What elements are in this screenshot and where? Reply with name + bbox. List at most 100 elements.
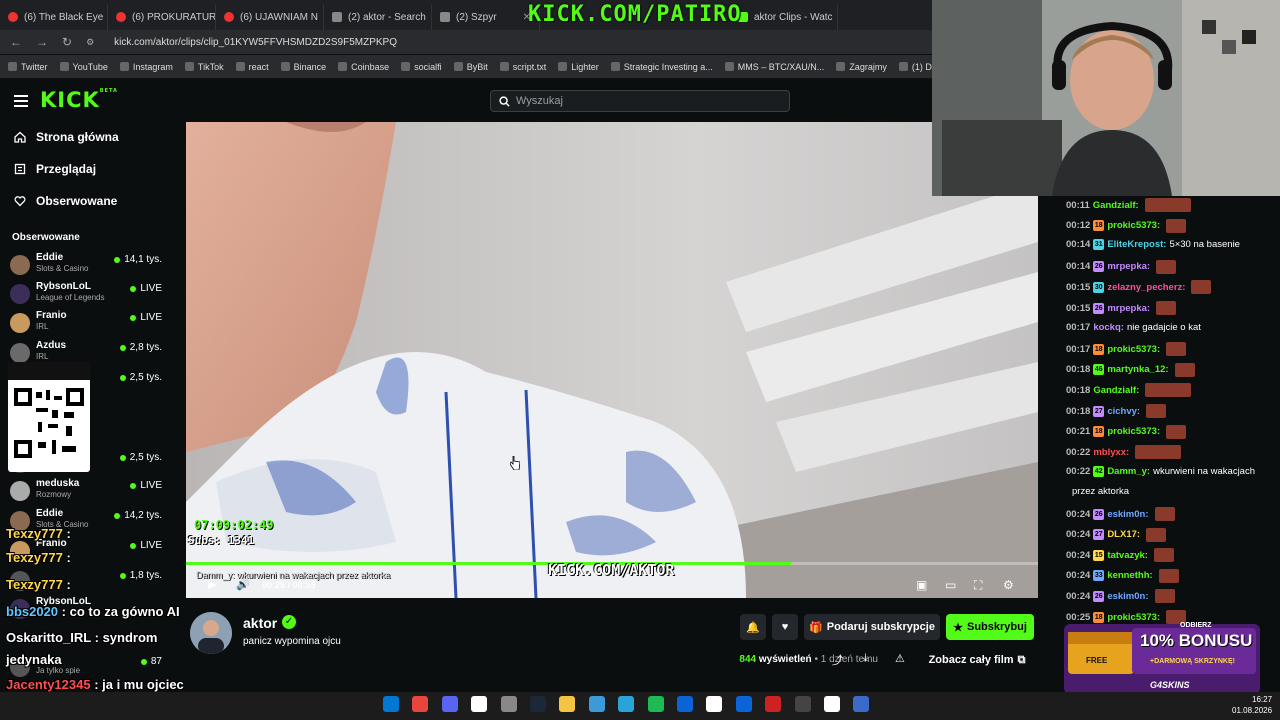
settings-icon[interactable]	[500, 696, 517, 712]
forward-icon[interactable]: →	[36, 35, 48, 49]
promo-top: ODBIERZ	[1180, 622, 1212, 629]
bookmark-item[interactable]: YouTube	[59, 62, 108, 72]
watch-full-video-button[interactable]: Zobacz cały film ⧉	[920, 648, 1034, 672]
chat-username[interactable]: martynka_12:	[1107, 364, 1168, 375]
discord-icon[interactable]	[441, 696, 458, 712]
fullscreen-icon[interactable]: ⛶	[974, 578, 982, 593]
obs-icon[interactable]	[471, 696, 488, 712]
nav-following[interactable]: Obserwowane	[14, 194, 117, 208]
settings-icon[interactable]: ⚙	[1003, 578, 1014, 592]
avatar[interactable]	[190, 612, 232, 654]
bookmark-item[interactable]: react	[235, 62, 269, 72]
close-app-icon[interactable]	[706, 696, 723, 712]
url-field[interactable]: kick.com/aktor/clips/clip_01KYW5FFVHSMDZ…	[114, 37, 397, 48]
folder-icon[interactable]	[559, 696, 576, 712]
alert-icon[interactable]	[824, 696, 840, 712]
chat-username[interactable]: prokic5373:	[1107, 426, 1160, 437]
browser-icon[interactable]	[588, 696, 605, 712]
video-player[interactable]	[186, 122, 1038, 598]
bookmark-item[interactable]: Coinbase	[338, 62, 389, 72]
network-icon[interactable]	[618, 696, 635, 712]
promo-banner[interactable]: ODBIERZ 10% BONUSU +DARMOWĄ SKRZYNKĘ! FR…	[1064, 618, 1260, 694]
chat-username[interactable]: kockq:	[1093, 322, 1124, 333]
steam-icon[interactable]	[530, 696, 546, 712]
site-info-icon[interactable]: ⚙	[86, 37, 94, 48]
chat-username[interactable]: kennethh:	[1107, 570, 1152, 581]
chat-username[interactable]: mblyxx:	[1093, 447, 1129, 458]
download-icon[interactable]: ⤓	[863, 652, 868, 665]
search-input[interactable]	[516, 95, 776, 107]
bookmark-icon	[453, 62, 463, 71]
streamer-name[interactable]: aktor	[243, 615, 277, 631]
browser-tab[interactable]: (6) The Black Eye✕	[0, 4, 108, 30]
chat-username[interactable]: EliteKrepost:	[1107, 239, 1166, 250]
bookmark-item[interactable]: TikTok	[184, 62, 224, 72]
chat-username[interactable]: zelazny_pecherz:	[1107, 282, 1185, 293]
chat-username[interactable]: eskim0n:	[1107, 509, 1148, 520]
app-icon[interactable]	[853, 696, 870, 712]
chat-username[interactable]: DLX17:	[1107, 529, 1140, 540]
followed-channel[interactable]: Franio IRL LIVE	[10, 310, 162, 338]
chat-username[interactable]: mrpepka:	[1107, 261, 1150, 272]
browser-tab[interactable]: (2) Szpyr ✕	[432, 4, 540, 30]
browser-tab[interactable]: (6) PROKURATUR✕	[108, 4, 216, 30]
bookmark-item[interactable]: socialfi	[401, 62, 442, 72]
live-dot-icon	[130, 542, 137, 549]
bookmark-icon	[558, 62, 568, 71]
bookmark-item[interactable]: Strategic Investing a...	[610, 62, 713, 72]
browser-tab[interactable]: (2) aktor - Search✕	[324, 4, 432, 30]
chat-message: 00:24 27 DLX17:	[1066, 527, 1167, 542]
bookmark-item[interactable]: Instagram	[119, 62, 173, 72]
taskbar-clock[interactable]: 16:27 01.08.2026	[1232, 694, 1272, 716]
followed-channel[interactable]: RybsonLoL League of Legends LIVE	[10, 281, 162, 309]
app-icon[interactable]	[794, 696, 811, 712]
spotify-icon[interactable]	[647, 696, 664, 712]
back-icon[interactable]: ←	[10, 35, 22, 49]
bookmark-item[interactable]: Lighter	[558, 62, 599, 72]
report-icon[interactable]: ⚠	[895, 652, 905, 665]
mail-icon[interactable]	[677, 696, 693, 712]
bookmark-item[interactable]: script.txt	[499, 62, 546, 72]
search-box[interactable]	[490, 90, 790, 112]
nav-home[interactable]: Strona główna	[14, 130, 119, 144]
chat-username[interactable]: Gandzialf:	[1093, 200, 1139, 211]
chat-username[interactable]: mrpepka:	[1107, 303, 1150, 314]
share-icon[interactable]: ⤴	[832, 652, 843, 668]
bookmarks-bar: Twitter YouTube Instagram TikTok react Binanc…	[0, 55, 995, 79]
followed-channel[interactable]: meduska Rozmowy LIVE	[10, 478, 162, 506]
followed-heading: Obserwowane	[12, 232, 80, 243]
bookmark-item[interactable]: Binance	[280, 62, 326, 72]
play-icon[interactable]: ▶	[208, 578, 216, 591]
start-icon[interactable]	[383, 696, 399, 712]
miniplayer-icon[interactable]: ▣	[916, 578, 927, 592]
bookmark-item[interactable]: Twitter	[8, 62, 48, 72]
chat-username[interactable]: prokic5373:	[1107, 344, 1160, 355]
notification-button[interactable]: 🔔	[740, 614, 766, 640]
chat-username[interactable]: tatvazyk:	[1107, 550, 1148, 561]
subscribe-button[interactable]: ★ Subskrybuj	[946, 614, 1034, 640]
capture-icon[interactable]	[735, 696, 752, 712]
record-icon[interactable]	[765, 696, 782, 712]
nav-browse[interactable]: Przeglądaj	[14, 162, 96, 176]
menu-icon[interactable]	[14, 95, 28, 107]
theater-mode-icon[interactable]: ▭	[945, 578, 956, 592]
chat-username[interactable]: Gandzialf:	[1093, 385, 1139, 396]
follow-button[interactable]: ♥	[772, 614, 798, 640]
chat-username[interactable]: prokic5373:	[1107, 220, 1160, 231]
chat-username[interactable]: Damm_y:	[1107, 466, 1150, 477]
gift-subs-button[interactable]: 🎁 Podaruj subskrypcje	[804, 614, 940, 640]
bookmark-item[interactable]: MMS – BTC/XAU/N...	[724, 62, 824, 72]
bookmark-item[interactable]: ByBit	[453, 62, 488, 72]
chat-username[interactable]: eskim0n:	[1107, 591, 1148, 602]
kick-logo[interactable]: KICKBETA	[40, 88, 118, 112]
followed-channel[interactable]: Eddie Slots & Casino 14,1 tys.	[10, 252, 162, 280]
volume-icon[interactable]: 🔊	[236, 578, 250, 591]
reload-icon[interactable]: ↻	[62, 35, 72, 49]
sub-badge-icon: 18	[1093, 343, 1105, 355]
browser-tab[interactable]: (6) UJAWNIAM N✕	[216, 4, 324, 30]
bookmark-icon	[119, 62, 129, 71]
chat-username[interactable]: cichvy:	[1107, 406, 1140, 417]
chrome-icon[interactable]	[412, 696, 429, 712]
bookmark-item[interactable]: Zagrajmy	[836, 62, 887, 72]
browser-tab-active[interactable]: aktor Clips - Watc✕	[730, 4, 838, 30]
